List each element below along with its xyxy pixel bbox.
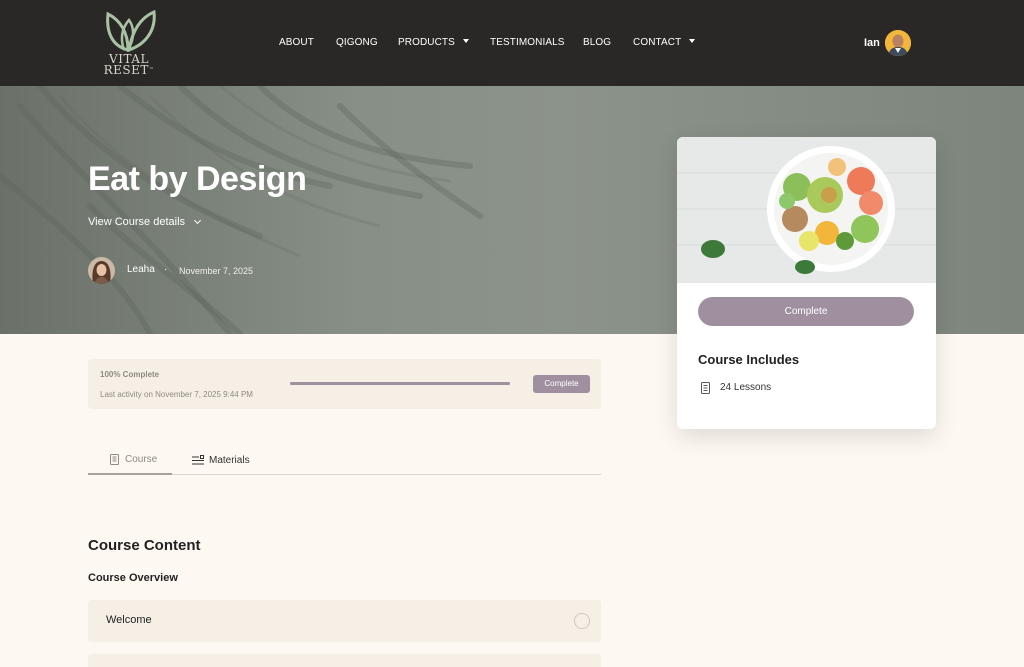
- course-content-heading: Course Content: [88, 537, 201, 554]
- book-icon: [701, 382, 710, 394]
- nav-contact-label: CONTACT: [633, 37, 682, 48]
- nav-testimonials-label: TESTIMONIALS: [490, 37, 565, 48]
- complete-button[interactable]: Complete: [698, 297, 914, 326]
- nav-qigong-label: QIGONG: [336, 37, 378, 48]
- site-header: VITAL RESET™ ABOUT QIGONG PRODUCTS TESTI…: [0, 0, 1024, 86]
- meta-separator: ·: [164, 264, 168, 275]
- nav-contact[interactable]: CONTACT: [633, 37, 696, 48]
- salad-bowl-image: [677, 137, 936, 283]
- progress-complete-button[interactable]: Complete: [533, 375, 590, 393]
- nav-about-label: ABOUT: [279, 37, 314, 48]
- book-icon: [110, 454, 119, 465]
- nav-blog[interactable]: BLOG: [583, 37, 611, 48]
- nav-products-label: PRODUCTS: [398, 37, 455, 48]
- tab-course-label: Course: [125, 454, 158, 465]
- progress-panel: 100% Complete Last activity on November …: [88, 359, 601, 409]
- progress-bar-fill: [290, 382, 510, 385]
- logo-line-2: RESET: [103, 63, 149, 77]
- course-includes-heading: Course Includes: [698, 352, 800, 367]
- user-name[interactable]: Ian: [864, 37, 880, 49]
- user-avatar-image: [885, 30, 911, 56]
- caret-down-icon: [689, 39, 696, 44]
- progress-bar: [290, 382, 510, 385]
- nav-blog-label: BLOG: [583, 37, 612, 48]
- author-name[interactable]: Leaha: [127, 264, 155, 275]
- view-course-details-link[interactable]: View Course details: [88, 216, 202, 228]
- lesson-row[interactable]: [88, 654, 601, 667]
- course-title: Eat by Design: [88, 160, 307, 198]
- course-date: November 7, 2025: [179, 266, 254, 276]
- lesson-title: Welcome: [106, 614, 152, 626]
- lesson-row-welcome[interactable]: Welcome: [88, 600, 601, 642]
- caret-down-icon: [462, 39, 469, 44]
- tab-course[interactable]: Course: [88, 446, 172, 475]
- course-overview-heading: Course Overview: [88, 572, 178, 584]
- lesson-status-circle-icon: [574, 613, 590, 629]
- nav-about[interactable]: ABOUT: [279, 37, 314, 48]
- nav-products[interactable]: PRODUCTS: [398, 37, 469, 48]
- course-tabs: Course Materials: [88, 446, 601, 475]
- leaf-logo-icon: [106, 9, 156, 53]
- author-avatar[interactable]: [88, 257, 115, 284]
- course-summary-card: Complete Course Includes 24 Lessons: [677, 137, 936, 429]
- progress-percent: 100% Complete: [100, 370, 160, 379]
- course-image: [677, 137, 936, 283]
- tab-materials[interactable]: Materials: [192, 446, 250, 475]
- view-course-details-label: View Course details: [88, 216, 186, 228]
- nav-testimonials[interactable]: TESTIMONIALS: [490, 37, 565, 48]
- site-logo[interactable]: VITAL RESET™: [100, 8, 162, 80]
- author-avatar-image: [88, 257, 115, 284]
- logo-wordmark: VITAL RESET™: [100, 53, 158, 77]
- last-activity: Last activity on November 7, 2025 9:44 P…: [100, 390, 253, 399]
- logo-trademark: ™: [148, 67, 155, 73]
- lessons-count: 24 Lessons: [720, 382, 772, 393]
- user-avatar[interactable]: [885, 30, 911, 56]
- tab-materials-label: Materials: [209, 455, 250, 466]
- list-icon: [192, 455, 204, 465]
- nav-qigong[interactable]: QIGONG: [336, 37, 378, 48]
- chevron-down-icon: [193, 216, 202, 225]
